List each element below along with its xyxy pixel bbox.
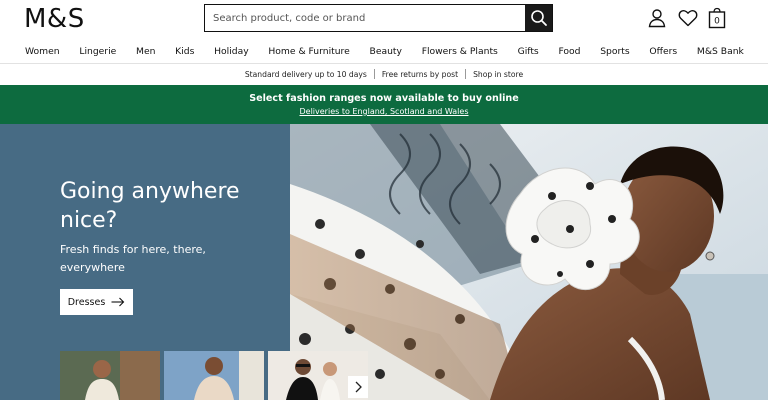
divider bbox=[465, 69, 467, 79]
nav-item-kids[interactable]: Kids bbox=[175, 42, 194, 63]
banner-title: Select fashion ranges now available to b… bbox=[249, 93, 519, 104]
nav-item-holiday[interactable]: Holiday bbox=[214, 42, 249, 63]
wishlist-button[interactable] bbox=[677, 7, 699, 29]
dresses-button[interactable]: Dresses bbox=[60, 289, 133, 315]
bag-button[interactable]: 0 bbox=[706, 7, 728, 29]
site-header: M&S 0 bbox=[0, 0, 768, 40]
nav-item-sports[interactable]: Sports bbox=[600, 42, 629, 63]
dresses-button-label: Dresses bbox=[67, 296, 106, 308]
wishlist-heart-icon bbox=[678, 10, 698, 27]
search-button[interactable] bbox=[525, 5, 552, 31]
shop-in-store-link[interactable]: Shop in store bbox=[473, 70, 523, 79]
carousel-next-button[interactable] bbox=[348, 376, 368, 398]
returns-info-link[interactable]: Free returns by post bbox=[382, 70, 458, 79]
nav-item-offers[interactable]: Offers bbox=[649, 42, 677, 63]
bag-count: 0 bbox=[714, 17, 720, 27]
account-icon bbox=[648, 9, 666, 28]
nav-item-flowers-plants[interactable]: Flowers & Plants bbox=[422, 42, 498, 63]
bag-icon: 0 bbox=[708, 7, 726, 29]
nav-item-beauty[interactable]: Beauty bbox=[370, 42, 402, 63]
main-navigation: Women Lingerie Men Kids Holiday Home & F… bbox=[0, 42, 768, 64]
search-input[interactable] bbox=[205, 5, 525, 31]
product-carousel bbox=[60, 351, 368, 400]
nav-item-home-furniture[interactable]: Home & Furniture bbox=[268, 42, 349, 63]
thumbnail-image bbox=[164, 351, 264, 400]
divider bbox=[373, 69, 375, 79]
arrow-right-icon bbox=[111, 297, 125, 307]
utility-bar: Standard delivery up to 10 days Free ret… bbox=[0, 64, 768, 84]
hero-subtitle: Fresh finds for here, there, everywhere bbox=[60, 243, 206, 274]
nav-item-lingerie[interactable]: Lingerie bbox=[79, 42, 116, 63]
promo-banner: Select fashion ranges now available to b… bbox=[0, 85, 768, 124]
hero-title: Going anywhere nice? bbox=[60, 179, 240, 233]
search-bar bbox=[204, 4, 553, 32]
nav-item-men[interactable]: Men bbox=[136, 42, 155, 63]
delivery-info-link[interactable]: Standard delivery up to 10 days bbox=[245, 70, 367, 79]
carousel-thumbnail[interactable] bbox=[60, 351, 160, 400]
nav-item-ms-bank[interactable]: M&S Bank bbox=[697, 42, 744, 63]
nav-item-women[interactable]: Women bbox=[25, 42, 60, 63]
account-button[interactable] bbox=[646, 7, 668, 29]
chevron-right-icon bbox=[355, 381, 362, 393]
nav-item-gifts[interactable]: Gifts bbox=[518, 42, 539, 63]
thumbnail-image bbox=[60, 351, 160, 400]
banner-delivery-link[interactable]: Deliveries to England, Scotland and Wale… bbox=[0, 107, 768, 116]
ms-logo[interactable]: M&S bbox=[24, 4, 85, 34]
search-icon bbox=[530, 10, 547, 26]
carousel-thumbnail[interactable] bbox=[164, 351, 264, 400]
nav-item-food[interactable]: Food bbox=[558, 42, 580, 63]
